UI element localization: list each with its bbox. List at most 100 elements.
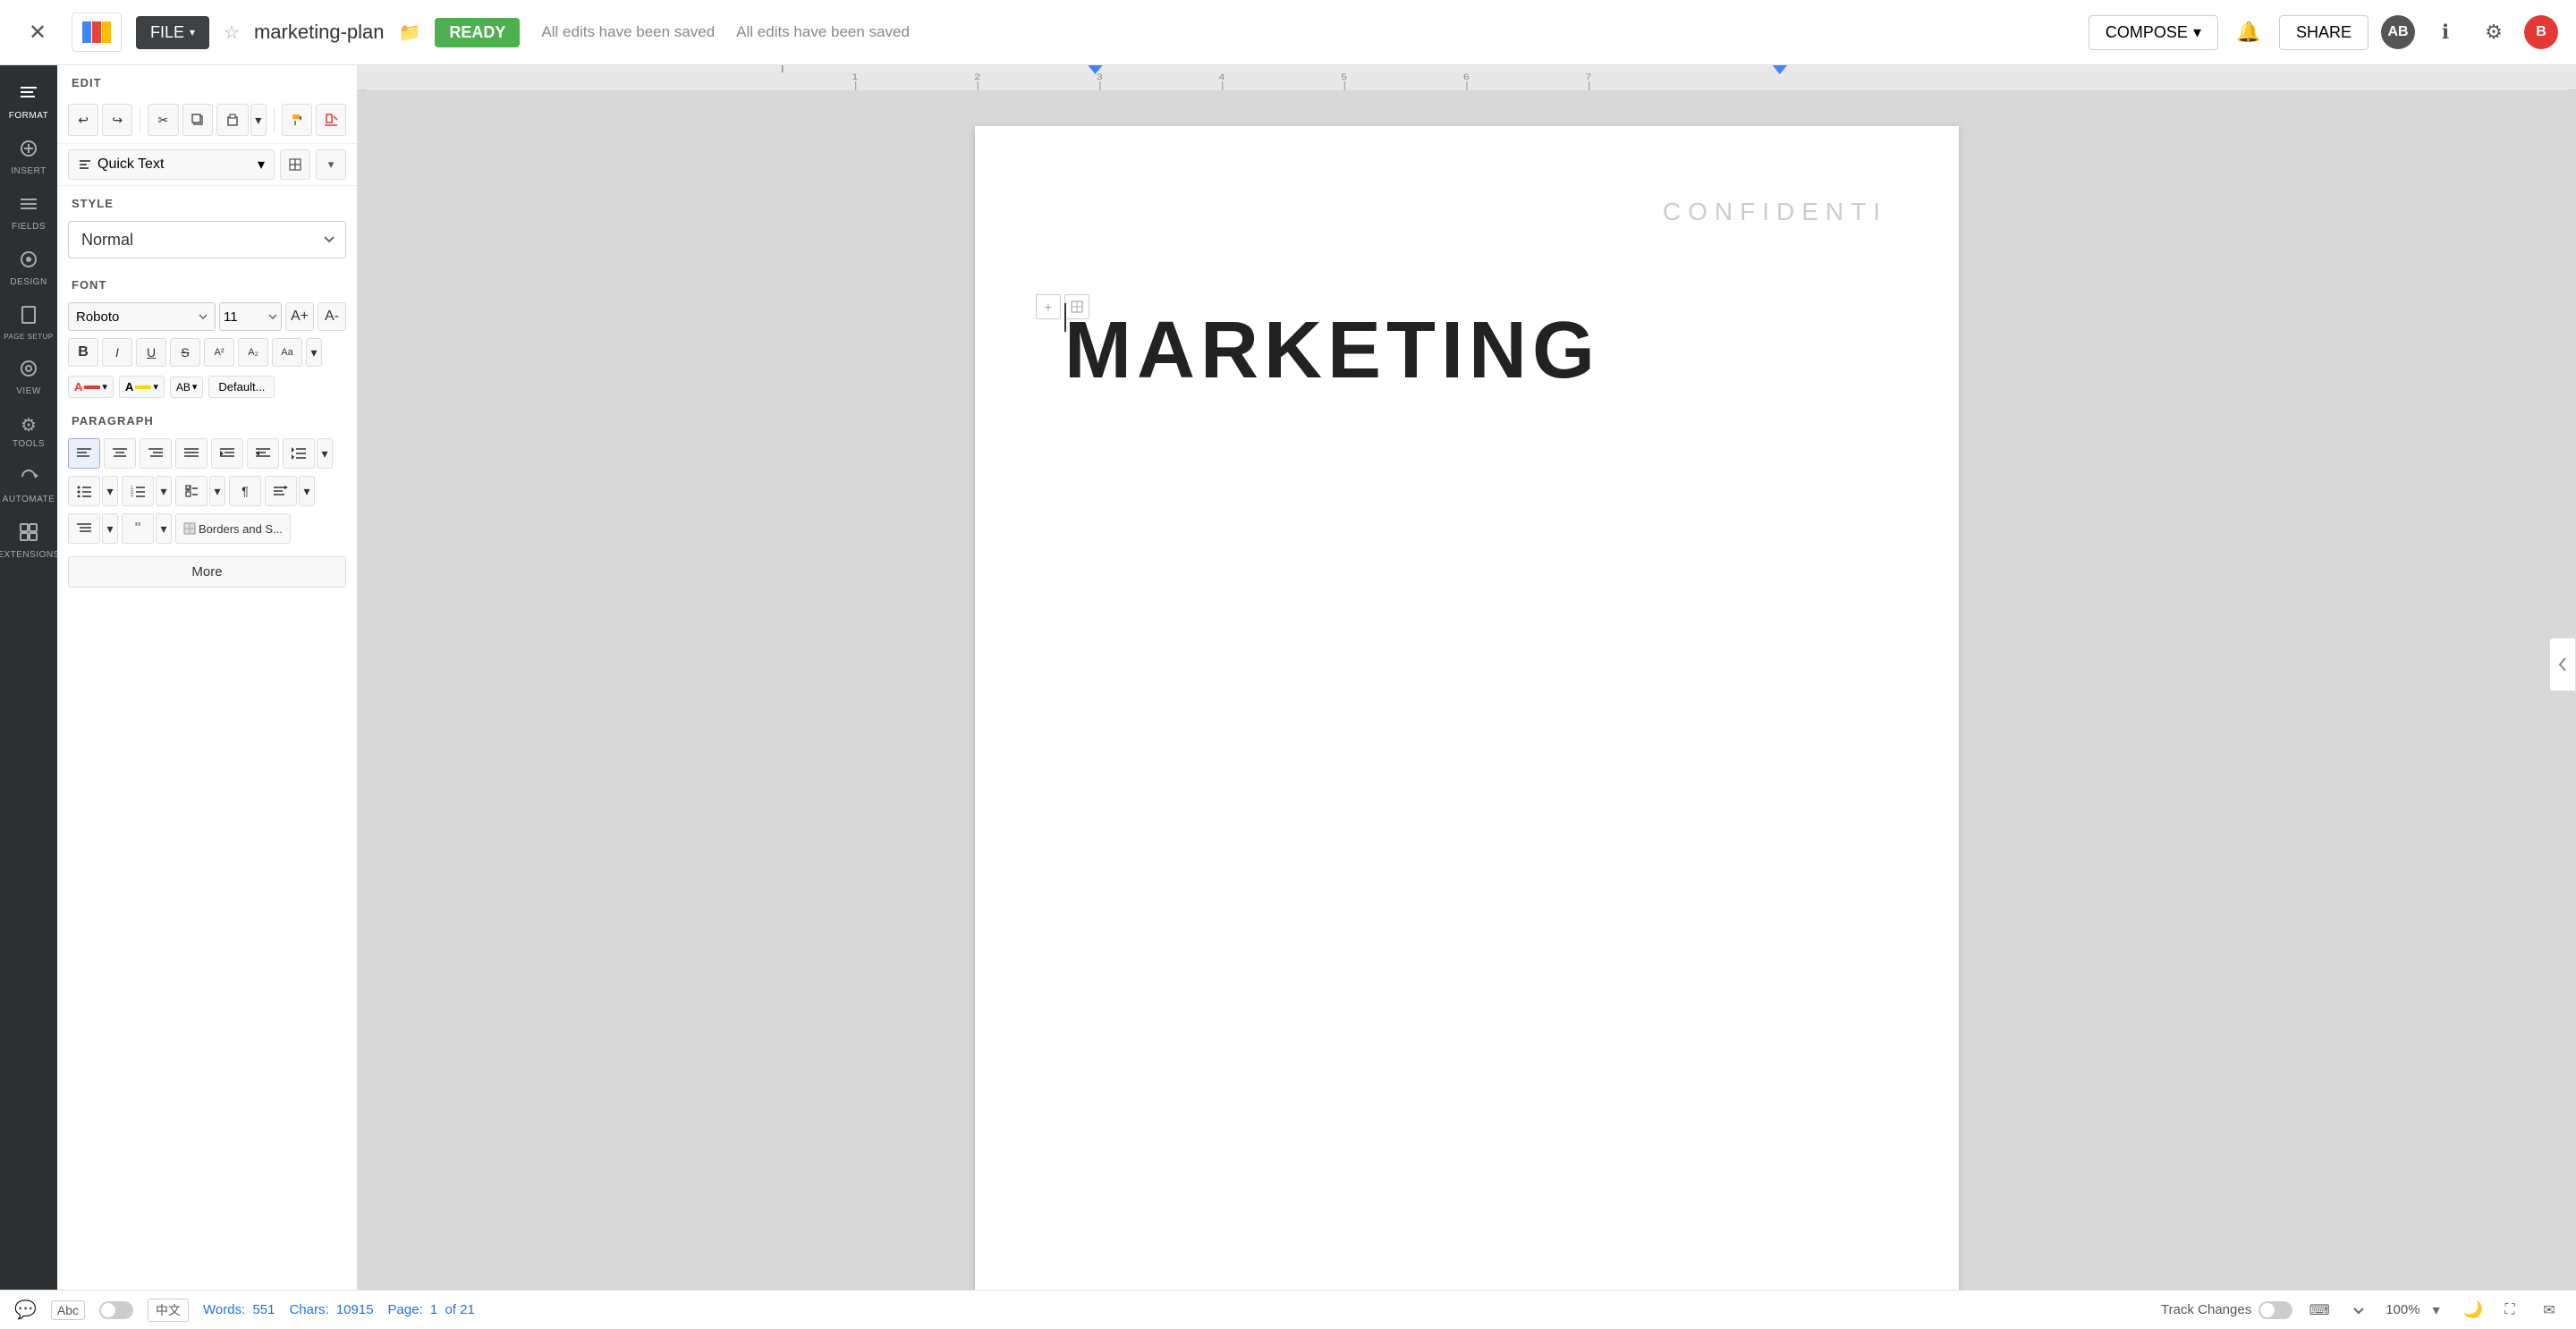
- status-bar: 💬 Abc 中文 Words: 551 Chars: 10915 Page: 1…: [0, 1290, 2576, 1329]
- paragraph-indent-button[interactable]: [68, 513, 100, 544]
- numbered-list-button[interactable]: 1.2.3.: [122, 476, 154, 506]
- indent-group: ▾: [68, 513, 118, 544]
- subscript-button[interactable]: A₂: [238, 338, 268, 367]
- bold-button[interactable]: B: [68, 338, 98, 367]
- font-size-decrease-button[interactable]: A-: [318, 302, 346, 331]
- user-avatar[interactable]: B: [2524, 15, 2558, 49]
- copy-button[interactable]: [182, 104, 213, 136]
- close-button[interactable]: ✕: [18, 13, 57, 52]
- fullscreen-icon[interactable]: ⛶: [2497, 1298, 2522, 1323]
- info-icon[interactable]: ℹ: [2428, 14, 2463, 50]
- table-grid-icon[interactable]: [1064, 294, 1089, 319]
- sidebar-item-extensions[interactable]: EXTENSIONS: [0, 513, 57, 569]
- sidebar-label-extensions: EXTENSIONS: [0, 550, 60, 560]
- text-style-button[interactable]: AB ▾: [170, 377, 204, 398]
- bullet-list-dropdown[interactable]: ▾: [102, 476, 118, 506]
- blockquote-button[interactable]: ": [122, 513, 154, 544]
- borders-button[interactable]: Borders and S...: [175, 513, 291, 544]
- show-formatting-button[interactable]: ¶: [229, 476, 261, 506]
- italic-button[interactable]: I: [102, 338, 132, 367]
- sidebar-item-pagesetup[interactable]: PAGE SETUP: [0, 296, 57, 350]
- sidebar-item-automate[interactable]: AUTOMATE: [0, 458, 57, 513]
- highlight-color-button[interactable]: A ▾: [119, 376, 165, 398]
- status-bar-left: 💬 Abc 中文 Words: 551 Chars: 10915 Page: 1…: [14, 1299, 475, 1322]
- default-format-button[interactable]: Default...: [208, 376, 275, 398]
- app-logo: [72, 13, 122, 52]
- text-direction-dropdown[interactable]: ▾: [299, 476, 315, 506]
- indent-decrease-button[interactable]: [247, 438, 279, 469]
- quick-text-select[interactable]: Quick Text ▾: [68, 149, 275, 180]
- comment-icon[interactable]: 💬: [14, 1299, 37, 1321]
- paint-format-button[interactable]: [282, 104, 312, 136]
- quote-dropdown[interactable]: ▾: [156, 513, 172, 544]
- undo-button[interactable]: ↩: [68, 104, 98, 136]
- redo-button[interactable]: ↪: [102, 104, 132, 136]
- quick-text-icon-btn-1[interactable]: [280, 149, 310, 180]
- settings-icon[interactable]: ⚙: [2476, 14, 2512, 50]
- compose-label: COMPOSE: [2106, 23, 2188, 42]
- more-button[interactable]: More: [68, 556, 346, 588]
- edit-section-title: EDIT: [57, 65, 357, 97]
- text-case-button[interactable]: Aa: [272, 338, 302, 367]
- document-scroll[interactable]: CONFIDENTI + MARKETING: [358, 90, 2576, 1290]
- sidebar-item-fields[interactable]: FIELDS: [0, 185, 57, 241]
- text-color-button[interactable]: A ▾: [68, 376, 114, 398]
- proofread-button[interactable]: Abc: [51, 1300, 85, 1320]
- share-button[interactable]: SHARE: [2279, 15, 2368, 50]
- color-row: A ▾ A ▾ AB ▾ Default...: [57, 370, 357, 403]
- text-format-dropdown[interactable]: ▾: [306, 338, 322, 367]
- underline-button[interactable]: U: [136, 338, 166, 367]
- track-changes-toggle[interactable]: [2258, 1301, 2292, 1319]
- marketing-title[interactable]: MARKETING: [1064, 305, 1869, 397]
- checklist-button[interactable]: [175, 476, 208, 506]
- indent-dropdown[interactable]: ▾: [102, 513, 118, 544]
- bullet-list-button[interactable]: [68, 476, 100, 506]
- indent-increase-button[interactable]: [211, 438, 243, 469]
- right-panel-collapse-button[interactable]: [2549, 638, 2576, 691]
- email-icon[interactable]: ✉: [2537, 1298, 2562, 1323]
- indent-quote-row: ▾ " ▾ Borders and S...: [57, 510, 357, 547]
- borders-btn-label: Borders and S...: [199, 522, 283, 536]
- sidebar-item-insert[interactable]: INSERT: [0, 130, 57, 185]
- superscript-button[interactable]: A²: [204, 338, 234, 367]
- document-page[interactable]: CONFIDENTI + MARKETING: [975, 126, 1959, 1290]
- compose-button[interactable]: COMPOSE ▾: [2089, 15, 2218, 50]
- line-spacing-button[interactable]: [283, 438, 315, 469]
- line-spacing-dropdown[interactable]: ▾: [317, 438, 333, 469]
- proofread-toggle[interactable]: [99, 1301, 133, 1319]
- font-family-select[interactable]: Roboto Arial Times New Roman: [68, 302, 216, 331]
- font-size-increase-button[interactable]: A+: [285, 302, 314, 331]
- tools-icon: ⚙: [21, 414, 37, 436]
- quick-text-icon-btn-2[interactable]: ▾: [316, 149, 346, 180]
- document-title[interactable]: marketing-plan: [254, 21, 385, 44]
- align-center-button[interactable]: [104, 438, 136, 469]
- night-mode-button[interactable]: 🌙: [2463, 1300, 2483, 1319]
- keyboard-icon[interactable]: ⌨: [2307, 1298, 2332, 1323]
- language-button[interactable]: 中文: [148, 1299, 189, 1322]
- paste-dropdown-button[interactable]: ▾: [250, 104, 267, 136]
- checklist-dropdown[interactable]: ▾: [209, 476, 225, 506]
- star-icon[interactable]: ☆: [224, 21, 240, 44]
- folder-icon[interactable]: 📁: [399, 21, 421, 44]
- sidebar-item-view[interactable]: VIEW: [0, 350, 57, 405]
- collapse-icon[interactable]: [2346, 1298, 2371, 1323]
- file-menu-button[interactable]: FILE ▾: [136, 16, 209, 49]
- add-table-icon[interactable]: +: [1036, 294, 1061, 319]
- cut-button[interactable]: ✂: [148, 104, 178, 136]
- style-select[interactable]: Normal Heading 1 Heading 2 Heading 3 Tit…: [68, 221, 346, 258]
- numbered-list-dropdown[interactable]: ▾: [156, 476, 172, 506]
- align-justify-button[interactable]: [175, 438, 208, 469]
- zoom-dropdown-button[interactable]: ▾: [2424, 1298, 2449, 1323]
- align-right-button[interactable]: [140, 438, 172, 469]
- font-size-select[interactable]: 11 12 14: [219, 302, 282, 331]
- strikethrough-button[interactable]: S: [170, 338, 200, 367]
- sidebar-item-design[interactable]: DESIGN: [0, 241, 57, 296]
- sidebar-item-format[interactable]: FORMAT: [0, 74, 57, 130]
- chars-label: Chars:: [289, 1302, 328, 1317]
- clear-format-button[interactable]: [316, 104, 346, 136]
- align-left-button[interactable]: [68, 438, 100, 469]
- notification-icon[interactable]: 🔔: [2231, 14, 2267, 50]
- paste-button[interactable]: [216, 104, 249, 136]
- text-direction-button[interactable]: [265, 476, 297, 506]
- sidebar-item-tools[interactable]: ⚙ TOOLS: [0, 405, 57, 458]
